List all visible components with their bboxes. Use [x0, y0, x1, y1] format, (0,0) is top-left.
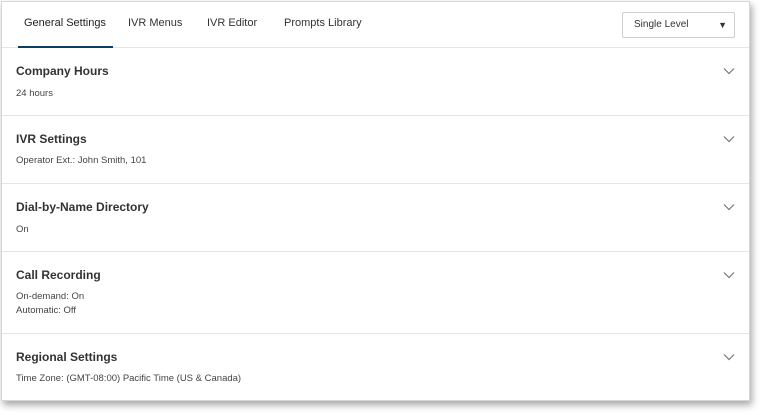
section-title: Call Recording: [16, 268, 101, 282]
level-select[interactable]: Single Level ▼: [622, 12, 735, 38]
section-title: IVR Settings: [16, 132, 87, 146]
tab-general-settings[interactable]: General Settings: [18, 2, 113, 48]
section-call-recording[interactable]: Call Recording On-demand: On Automatic: …: [2, 252, 749, 334]
section-company-hours[interactable]: Company Hours 24 hours: [2, 48, 749, 116]
section-ivr-settings[interactable]: IVR Settings Operator Ext.: John Smith, …: [2, 116, 749, 184]
section-value: Time Zone: (GMT-08:00) Pacific Time (US …: [16, 373, 242, 384]
section-title: Regional Settings: [16, 350, 118, 364]
section-value: 24 hours: [16, 88, 53, 99]
section-value: Automatic: Off: [16, 305, 77, 316]
section-value: Operator Ext.: John Smith, 101: [16, 155, 147, 166]
section-title: Dial-by-Name Directory: [16, 200, 149, 214]
chevron-down-icon[interactable]: [723, 353, 735, 361]
tab-prompts-library[interactable]: Prompts Library: [284, 2, 362, 47]
tab-ivr-menus[interactable]: IVR Menus: [128, 2, 182, 47]
caret-down-icon: ▼: [718, 20, 727, 30]
level-select-value: Single Level: [634, 19, 689, 30]
tab-bar: General Settings IVR Menus IVR Editor Pr…: [2, 2, 749, 48]
section-value: On: [16, 224, 29, 235]
ivr-settings-panel: General Settings IVR Menus IVR Editor Pr…: [1, 1, 750, 401]
section-title: Company Hours: [16, 64, 109, 78]
section-dial-by-name-directory[interactable]: Dial-by-Name Directory On: [2, 184, 749, 252]
chevron-down-icon[interactable]: [723, 271, 735, 279]
section-value: On-demand: On: [16, 291, 85, 302]
chevron-down-icon[interactable]: [723, 67, 735, 75]
tab-ivr-editor[interactable]: IVR Editor: [207, 2, 257, 47]
section-regional-settings[interactable]: Regional Settings Time Zone: (GMT-08:00)…: [2, 334, 749, 400]
chevron-down-icon[interactable]: [723, 203, 735, 211]
chevron-down-icon[interactable]: [723, 135, 735, 143]
